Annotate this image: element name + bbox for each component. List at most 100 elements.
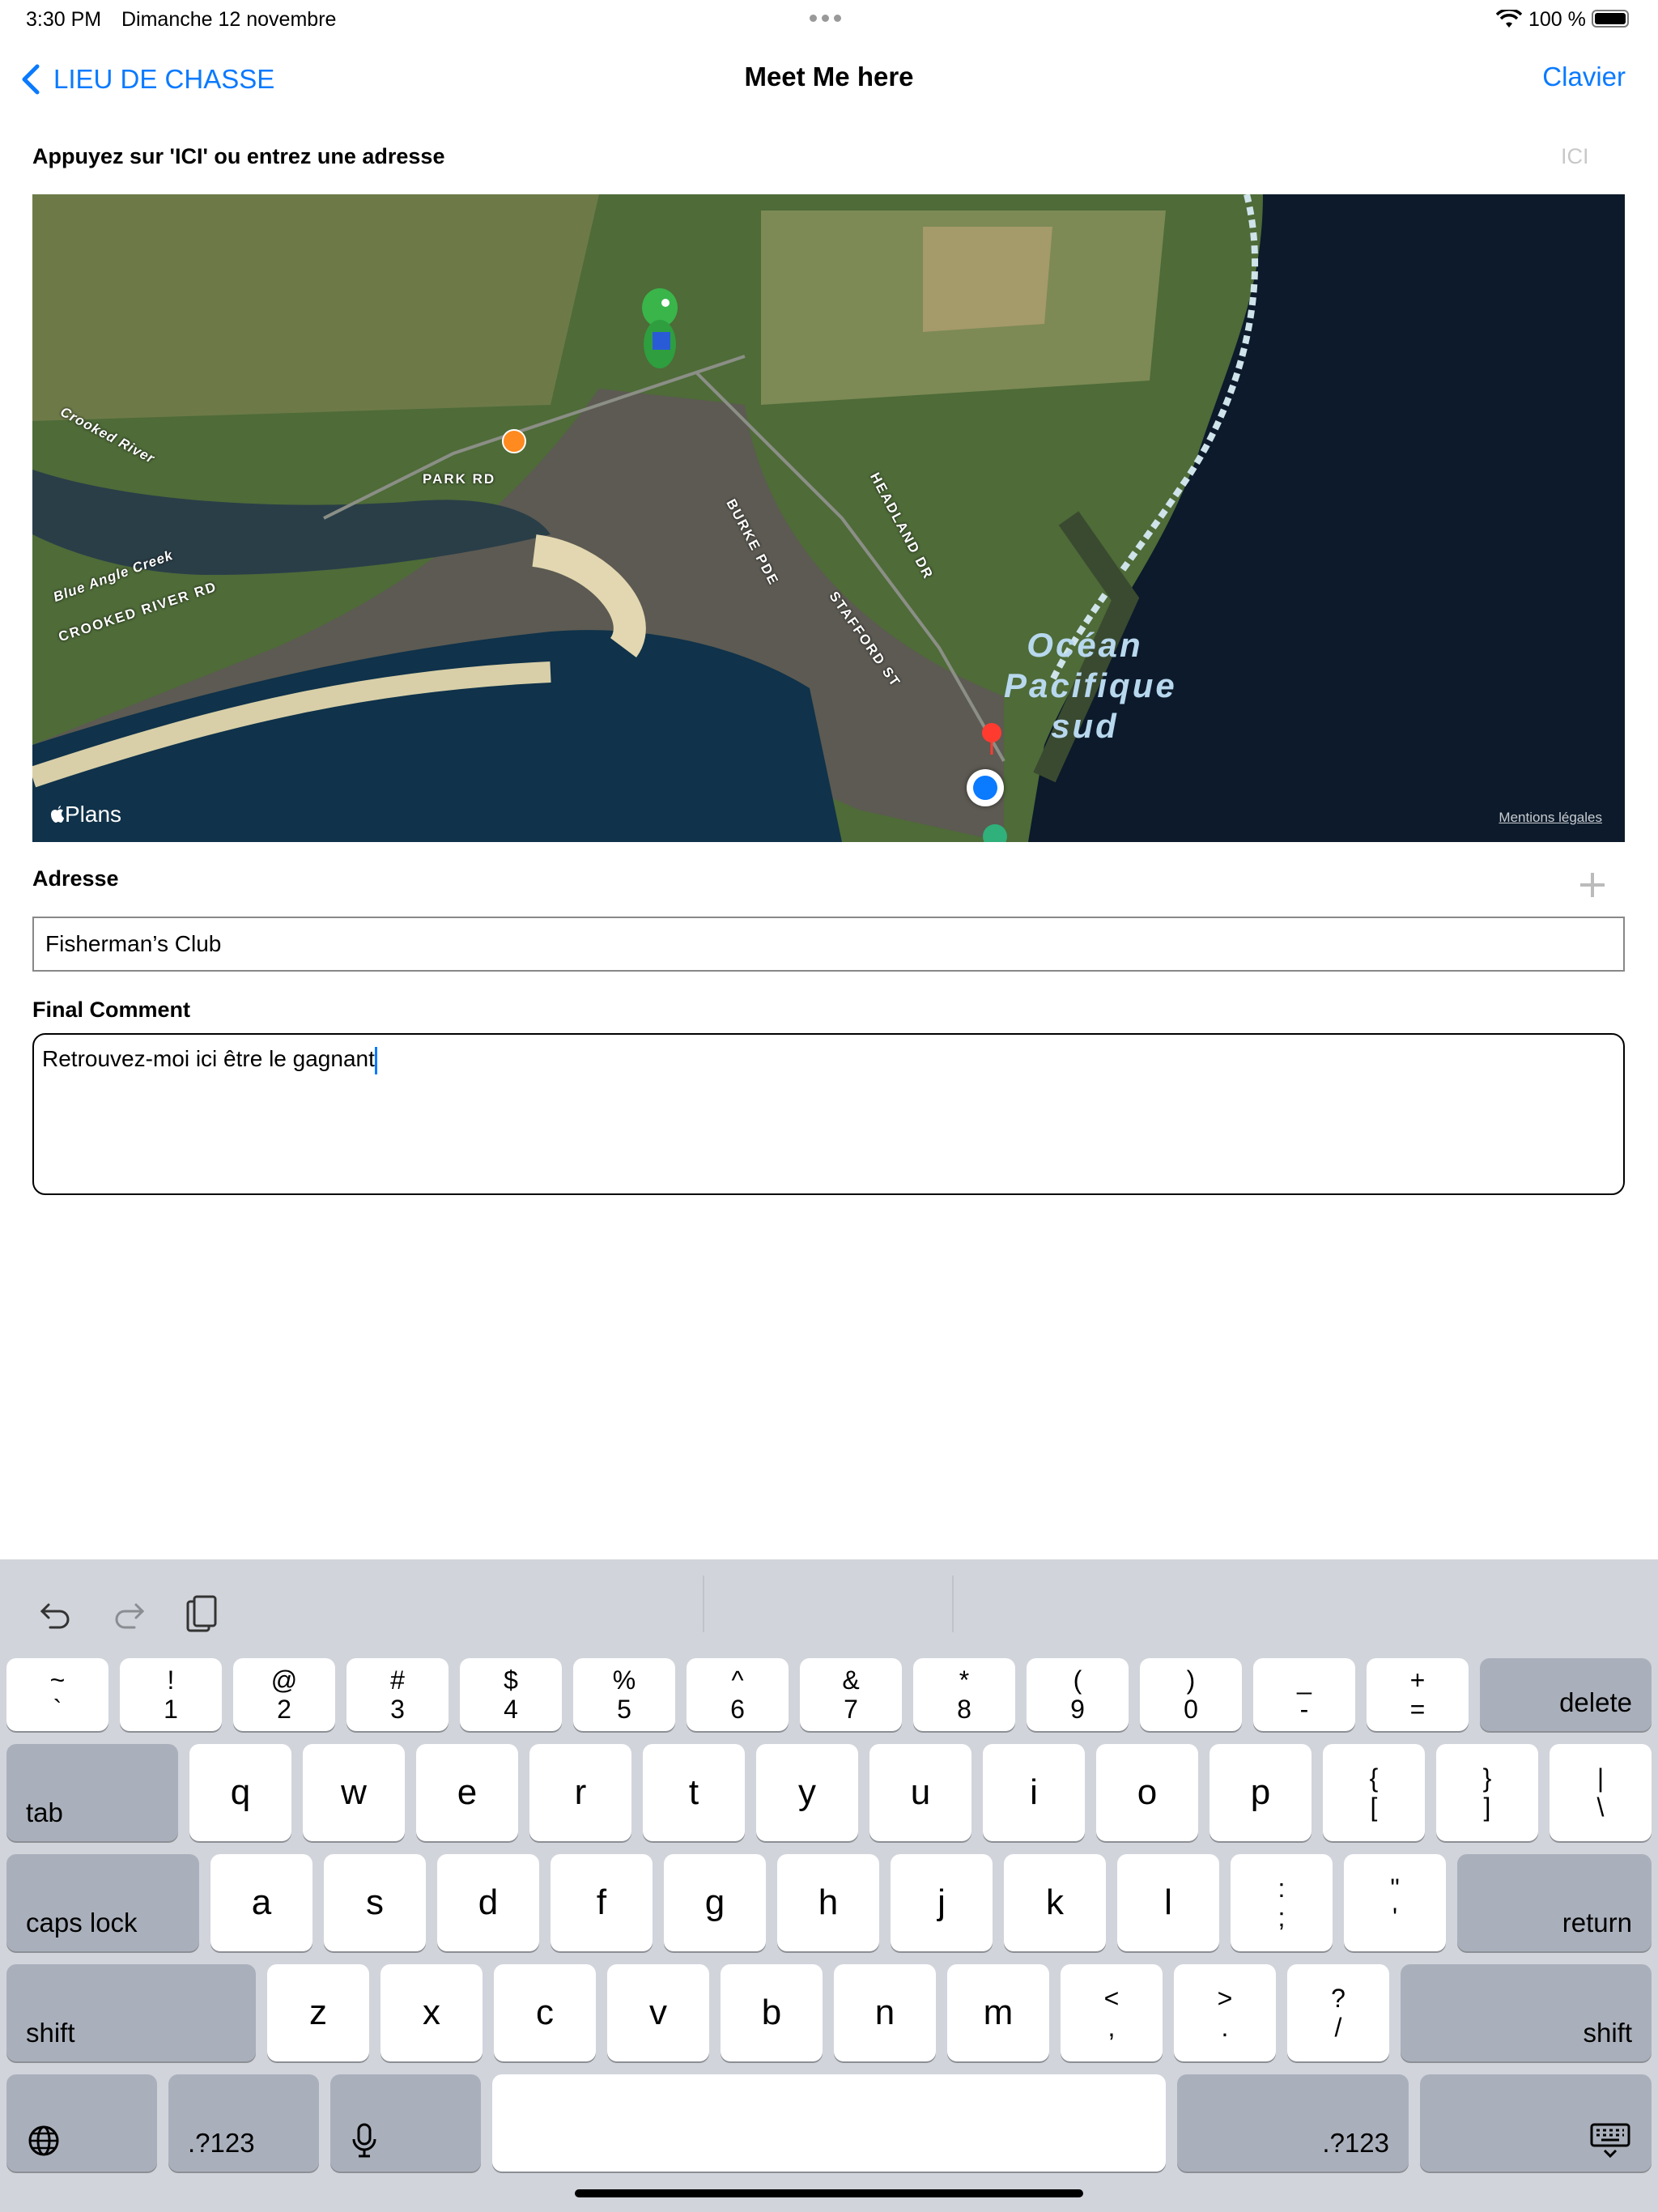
shift-left-key[interactable]: shift bbox=[6, 1964, 256, 2061]
key-j[interactable]: j bbox=[891, 1854, 993, 1951]
park-pin-icon[interactable] bbox=[983, 824, 1007, 842]
key-0[interactable]: ) 0 bbox=[1140, 1658, 1242, 1731]
current-location-icon bbox=[967, 769, 1004, 806]
destination-pin-icon[interactable] bbox=[980, 722, 1004, 755]
key-o[interactable]: o bbox=[1096, 1744, 1198, 1841]
apple-logo-icon bbox=[51, 806, 64, 823]
keyboard: ~ ` ! 1 @2 #3 $4 % 5 ^ 6 & 7 * 8 (9 ) 0 _ - + = d… bbox=[0, 1559, 1658, 2212]
key-n[interactable]: n bbox=[834, 1964, 936, 2061]
shift-right-key[interactable]: shift bbox=[1401, 1964, 1652, 2061]
space-bar[interactable] bbox=[492, 2074, 1166, 2172]
key-p[interactable]: p bbox=[1209, 1744, 1312, 1841]
key-semicolon[interactable]: :; bbox=[1231, 1854, 1333, 1951]
key-u[interactable]: u bbox=[869, 1744, 971, 1841]
key-period[interactable]: >. bbox=[1174, 1964, 1276, 2061]
legal-link[interactable]: Mentions légales bbox=[1499, 810, 1602, 826]
plus-icon[interactable] bbox=[1579, 871, 1606, 899]
tab-key[interactable]: tab bbox=[6, 1744, 178, 1841]
key-comma[interactable]: <, bbox=[1061, 1964, 1163, 2061]
key-l[interactable]: l bbox=[1117, 1854, 1219, 1951]
dictation-key[interactable] bbox=[330, 2074, 481, 2172]
address-label: Adresse bbox=[32, 866, 119, 891]
key-9[interactable]: (9 bbox=[1027, 1658, 1129, 1731]
map-label-ocean-line-1: Océan bbox=[1027, 626, 1143, 664]
keyboard-dismiss-icon bbox=[1590, 2123, 1630, 2159]
restaurant-pin-icon[interactable] bbox=[502, 429, 526, 453]
paste-icon[interactable] bbox=[185, 1595, 219, 1636]
key-6[interactable]: ^ 6 bbox=[687, 1658, 789, 1731]
microphone-icon bbox=[352, 2123, 376, 2158]
key-c[interactable]: c bbox=[494, 1964, 596, 2061]
status-date: Dimanche 12 novembre bbox=[121, 8, 337, 31]
key-r[interactable]: r bbox=[529, 1744, 631, 1841]
key-a[interactable]: a bbox=[210, 1854, 312, 1951]
map-label-ocean: Océan Pacifique sud bbox=[1004, 625, 1177, 747]
key-s[interactable]: s bbox=[324, 1854, 426, 1951]
key-8[interactable]: * 8 bbox=[913, 1658, 1015, 1731]
undo-icon[interactable] bbox=[39, 1598, 73, 1632]
key-w[interactable]: w bbox=[303, 1744, 405, 1841]
page-title: Meet Me here bbox=[744, 62, 914, 91]
toolbar-divider bbox=[952, 1576, 954, 1632]
key-t[interactable]: t bbox=[643, 1744, 745, 1841]
key-3[interactable]: #3 bbox=[346, 1658, 449, 1731]
globe-icon bbox=[28, 2125, 59, 2156]
maps-brand-label: Plans bbox=[65, 802, 122, 827]
dismiss-keyboard-key[interactable] bbox=[1420, 2074, 1652, 2172]
text-cursor bbox=[374, 1046, 377, 1074]
caps-lock-key[interactable]: caps lock bbox=[6, 1854, 199, 1951]
key-h[interactable]: h bbox=[777, 1854, 879, 1951]
comment-textarea[interactable]: Retrouvez-moi ici être le gagnant bbox=[32, 1033, 1625, 1195]
comment-label: Final Comment bbox=[32, 998, 191, 1022]
key-2[interactable]: @2 bbox=[233, 1658, 335, 1731]
toolbar-divider bbox=[703, 1576, 704, 1632]
key-4[interactable]: $4 bbox=[460, 1658, 562, 1731]
key-quote[interactable]: " ' bbox=[1344, 1854, 1446, 1951]
key-1[interactable]: ! 1 bbox=[120, 1658, 222, 1731]
key-q[interactable]: q bbox=[189, 1744, 291, 1841]
home-indicator bbox=[575, 2189, 1083, 2197]
key-slash[interactable]: ? / bbox=[1287, 1964, 1389, 2061]
comment-value: Retrouvez-moi ici être le gagnant bbox=[42, 1046, 375, 1071]
key-backtick[interactable]: ~ ` bbox=[6, 1658, 108, 1731]
multitasking-dots-icon[interactable] bbox=[810, 15, 841, 22]
address-field[interactable]: Fisherman’s Club bbox=[32, 917, 1625, 972]
key-backslash[interactable]: | \ bbox=[1550, 1744, 1652, 1841]
key-e[interactable]: e bbox=[416, 1744, 518, 1841]
key-x[interactable]: x bbox=[380, 1964, 483, 2061]
maps-brand: Plans bbox=[50, 802, 121, 827]
location-prompt: Appuyez sur 'ICI' ou entrez une adresse bbox=[32, 144, 445, 168]
here-button[interactable]: ICI bbox=[1561, 144, 1589, 169]
map-label-ocean-line-3: sud bbox=[1051, 707, 1119, 745]
key-b[interactable]: b bbox=[721, 1964, 823, 2061]
return-key[interactable]: return bbox=[1457, 1854, 1652, 1951]
redo-icon[interactable] bbox=[112, 1598, 146, 1632]
key-equals[interactable]: + = bbox=[1367, 1658, 1469, 1731]
mascot-marker-icon[interactable] bbox=[623, 283, 696, 372]
key-minus[interactable]: _ - bbox=[1253, 1658, 1355, 1731]
delete-key[interactable]: delete bbox=[1480, 1658, 1652, 1731]
key-5[interactable]: % 5 bbox=[573, 1658, 675, 1731]
key-d[interactable]: d bbox=[437, 1854, 539, 1951]
key-z[interactable]: z bbox=[267, 1964, 369, 2061]
key-v[interactable]: v bbox=[607, 1964, 709, 2061]
key-y[interactable]: y bbox=[756, 1744, 858, 1841]
key-m[interactable]: m bbox=[947, 1964, 1049, 2061]
key-7[interactable]: & 7 bbox=[800, 1658, 902, 1731]
numbers-right-key[interactable]: .?123 bbox=[1177, 2074, 1409, 2172]
wifi-icon bbox=[1496, 10, 1522, 28]
keyboard-button[interactable]: Clavier bbox=[1542, 62, 1626, 92]
numbers-left-key[interactable]: .?123 bbox=[168, 2074, 319, 2172]
key-f[interactable]: f bbox=[551, 1854, 653, 1951]
satellite-map bbox=[32, 194, 1625, 842]
key-left-bracket[interactable]: {[ bbox=[1323, 1744, 1425, 1841]
key-k[interactable]: k bbox=[1004, 1854, 1106, 1951]
key-right-bracket[interactable]: }] bbox=[1436, 1744, 1538, 1841]
key-g[interactable]: g bbox=[664, 1854, 766, 1951]
globe-key[interactable] bbox=[6, 2074, 157, 2172]
map-view[interactable]: Crooked River PARK RD BURKE PDE HEADLAND… bbox=[32, 194, 1625, 842]
status-time: 3:30 PM bbox=[26, 8, 102, 31]
key-i[interactable]: i bbox=[983, 1744, 1085, 1841]
map-label-ocean-line-2: Pacifique bbox=[1004, 666, 1177, 704]
battery-icon bbox=[1592, 10, 1629, 28]
